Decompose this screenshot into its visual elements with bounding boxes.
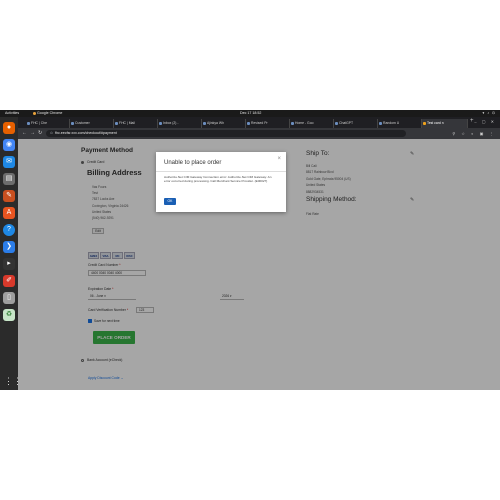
document-icon[interactable]: ▯	[3, 292, 15, 304]
show-apps-icon[interactable]: ⋮⋮⋮	[4, 376, 31, 386]
browser-tab[interactable]: Revised Pr	[246, 119, 290, 128]
ok-button[interactable]: OK	[164, 198, 176, 205]
browser-tab[interactable]: Inbox (2) -	[158, 119, 202, 128]
browser-tab[interactable]: ChatGPT	[334, 119, 378, 128]
browser-tab[interactable]: FHC | Mail	[114, 119, 158, 128]
terminal-icon[interactable]: ▸	[3, 258, 15, 270]
lock-icon: ⊙	[50, 131, 54, 135]
pen-tool-icon[interactable]: ✐	[3, 275, 15, 287]
system-top-bar: Activities Google Chrome Dec 17 18:52 ▾ …	[0, 110, 500, 117]
window-controls[interactable]: – ▢ ✕	[474, 119, 496, 124]
activities-button[interactable]: Activities	[5, 110, 19, 117]
chrome-icon[interactable]: ◉	[3, 139, 15, 151]
new-tab-icon[interactable]: +	[470, 118, 474, 124]
browser-tab[interactable]: Ajinkya Wh	[202, 119, 246, 128]
url-text: fhc.eecfsr.xxx.com/checkout/#payment	[55, 131, 117, 135]
modal-title: Unable to place order	[164, 160, 222, 166]
browser-address-bar: ← → ↻ ⊙ fhc.eecfsr.xxx.com/checkout/#paym…	[18, 128, 500, 139]
url-input[interactable]: ⊙ fhc.eecfsr.xxx.com/checkout/#payment	[46, 130, 406, 137]
application-dock: ● ◉ ✉ ▤ ✎ A ? ❯ ▸ ✐ ▯ ♻ ⋮⋮⋮	[0, 117, 31, 390]
files-icon[interactable]: ▤	[3, 173, 15, 185]
browser-tab-bar: FHC | Che Customer FHC | Mail Inbox (2) …	[18, 117, 500, 128]
browser-tab[interactable]: Random U	[378, 119, 422, 128]
thunderbird-icon[interactable]: ✉	[3, 156, 15, 168]
text-editor-icon[interactable]: ✎	[3, 190, 15, 202]
browser-tab[interactable]: FHC | Che	[26, 119, 70, 128]
close-icon[interactable]: ×	[277, 156, 281, 162]
recycle-bin-icon[interactable]: ♻	[3, 309, 15, 321]
active-app-label[interactable]: Google Chrome	[33, 110, 62, 117]
browser-tab-active[interactable]: Test card n	[422, 119, 468, 128]
browser-tab[interactable]: Customer	[70, 119, 114, 128]
error-modal: Unable to place order × Authorize.Net CI…	[156, 152, 286, 212]
help-icon[interactable]: ?	[3, 224, 15, 236]
back-icon[interactable]: ←	[22, 130, 27, 137]
extension-icons[interactable]: ⚲ ☆ ◐ ▣ ⋮	[452, 130, 496, 137]
system-clock[interactable]: Dec 17 18:52	[240, 110, 261, 117]
software-center-icon[interactable]: A	[3, 207, 15, 219]
vscode-icon[interactable]: ❯	[3, 241, 15, 253]
modal-message: Authorize.Net CIM Gateway Connection err…	[164, 175, 272, 184]
firefox-icon[interactable]: ●	[3, 122, 15, 134]
system-tray-icons[interactable]: ▾ ♪ ⏻	[483, 110, 496, 117]
reload-icon[interactable]: ↻	[38, 130, 42, 137]
forward-icon[interactable]: →	[30, 130, 35, 137]
browser-tab[interactable]: Home - Goo	[290, 119, 334, 128]
modal-divider	[156, 171, 286, 172]
